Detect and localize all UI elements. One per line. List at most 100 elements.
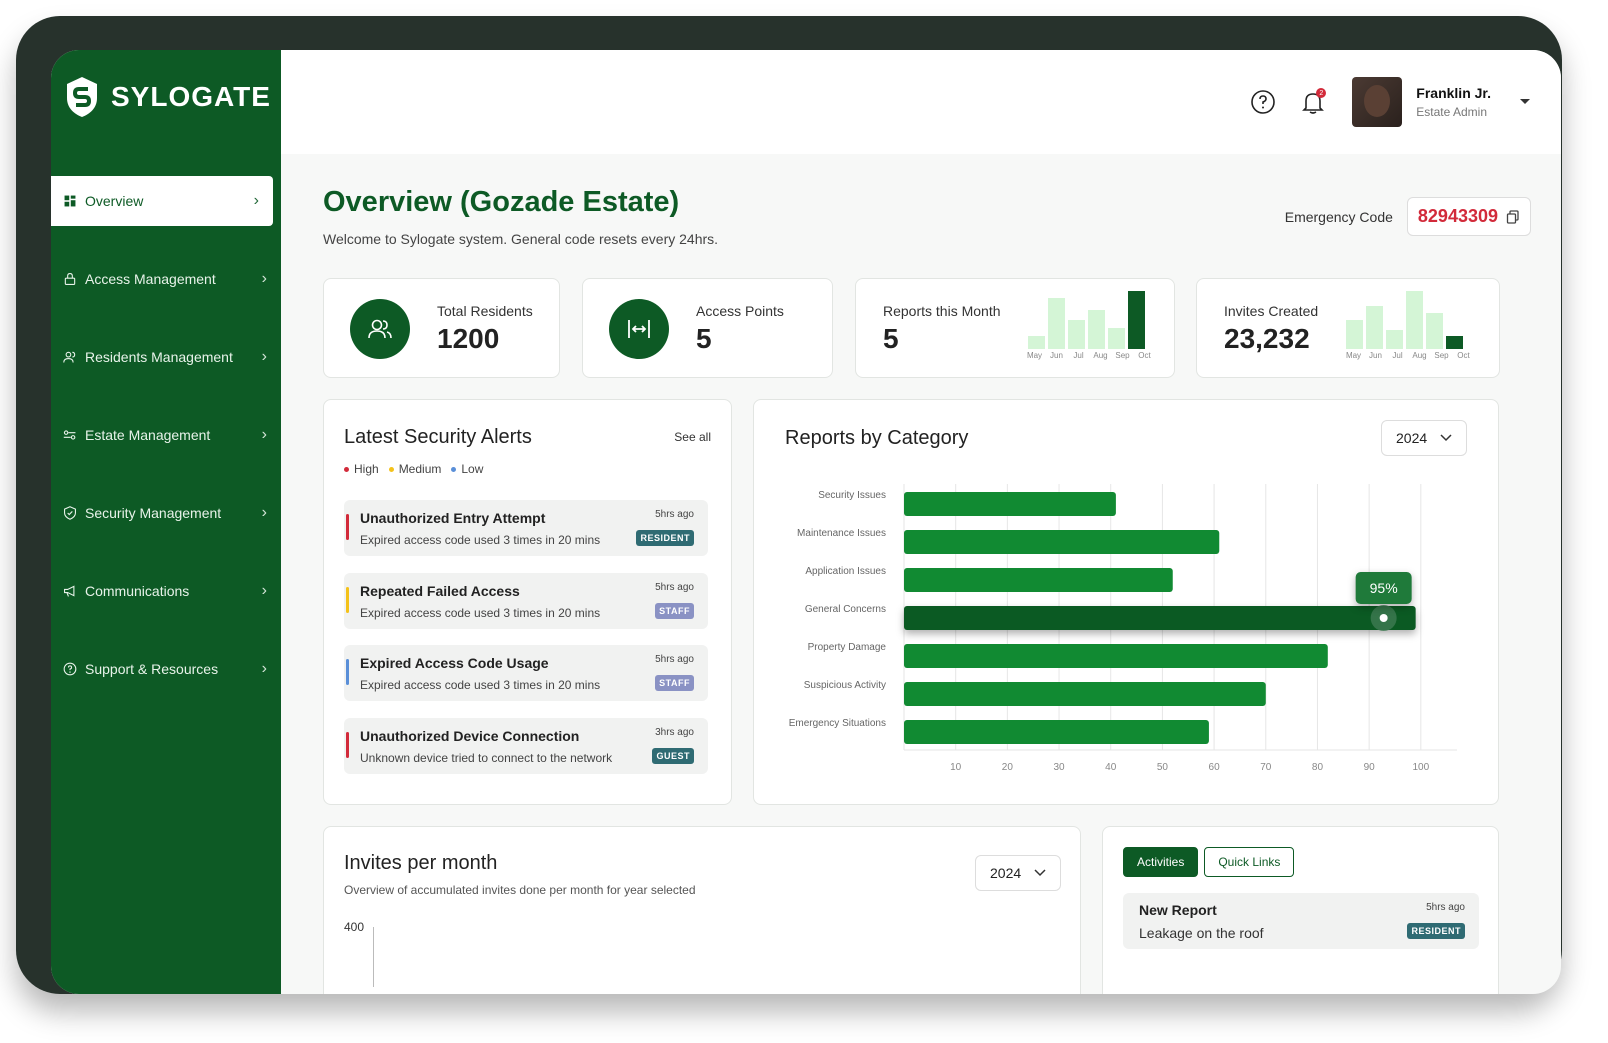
main-area: 2 Franklin Jr. Estate Admin Overview (Go… — [281, 50, 1561, 994]
sidebar-item-label: Overview — [85, 193, 144, 209]
sidebar-item-support-resources[interactable]: Support & Resources › — [51, 644, 281, 694]
legend-dot — [344, 467, 349, 473]
tab-quick-links[interactable]: Quick Links — [1204, 847, 1295, 877]
y-tick-label: Suspicious Activity — [804, 680, 886, 691]
reports-by-category-panel: Reports by Category 2024 10 20 30 40 50 60 70 8… — [753, 399, 1499, 805]
mini-axis-label: Aug — [1093, 351, 1108, 360]
megaphone-icon — [61, 582, 79, 600]
invites-chart-title: Invites per month — [344, 852, 498, 874]
y-tick-label: Security Issues — [818, 490, 886, 501]
brand-logo[interactable]: SYLOGATE — [65, 76, 271, 118]
y-tick-label: General Concerns — [805, 604, 886, 615]
invites-per-month-panel: Invites per month Overview of accumulate… — [323, 826, 1081, 994]
access-point-icon — [628, 320, 650, 338]
alert-title: Unauthorized Device Connection — [360, 727, 580, 744]
chevron-right-icon: › — [261, 582, 267, 599]
alert-time: 3hrs ago — [655, 726, 694, 738]
activity-item[interactable]: New Report Leakage on the roof 5hrs ago RES… — [1123, 893, 1479, 949]
help-circle-icon — [61, 660, 79, 678]
tab-activities[interactable]: Activities — [1123, 847, 1199, 877]
legend-item: Medium — [388, 462, 441, 476]
severity-indicator — [346, 586, 349, 613]
bar-general-concerns[interactable] — [904, 606, 1416, 630]
stat-label: Total Residents — [437, 303, 533, 319]
y-tick-label: Application Issues — [805, 566, 886, 577]
mini-axis-label: May — [1345, 351, 1362, 360]
x-tick-label: 40 — [1105, 762, 1117, 773]
x-tick-label: 20 — [1002, 762, 1014, 773]
alert-item[interactable]: Repeated Failed Access Expired access cod… — [344, 572, 708, 629]
severity-indicator — [346, 659, 349, 685]
activity-time: 5hrs ago — [1426, 902, 1465, 913]
mini-bar — [1068, 320, 1085, 349]
copy-icon[interactable] — [1506, 209, 1520, 224]
sidebar-item-label: Estate Management — [85, 427, 211, 443]
sidebar-item-estate-management[interactable]: Estate Management › — [51, 410, 281, 460]
stats-row: Total Residents 1200 Access Points 5 Rep… — [323, 278, 1531, 378]
alert-time: 5hrs ago — [655, 581, 694, 593]
caret-down-icon — [1520, 99, 1530, 104]
chevron-right-icon: › — [253, 192, 259, 209]
mini-bar — [1346, 320, 1363, 349]
stat-card-residents: Total Residents 1200 — [323, 278, 560, 378]
alert-item[interactable]: Unauthorized Device Connection Unknown de… — [344, 717, 708, 774]
help-button[interactable] — [1248, 87, 1278, 117]
stat-card-invites: Invites Created 23,232 May Jun Jul Aug Sep Oc… — [1196, 278, 1500, 378]
highlight-marker-dot — [1379, 614, 1388, 622]
invites-year-select[interactable]: 2024 — [975, 855, 1061, 891]
reports-mini-chart — [1028, 291, 1145, 349]
bar-suspicious-activity[interactable] — [904, 682, 1266, 706]
bar-maintenance-issues[interactable] — [904, 530, 1220, 554]
sidebar-item-residents-management[interactable]: Residents Management › — [51, 332, 281, 382]
alert-item[interactable]: Unauthorized Entry Attempt Expired access… — [344, 500, 708, 556]
alert-item[interactable]: Expired Access Code Usage Expired access … — [344, 645, 708, 701]
residents-icon-circle — [350, 299, 410, 359]
top-bar: 2 Franklin Jr. Estate Admin — [281, 50, 1561, 154]
mini-axis-label: Sep — [1434, 351, 1449, 360]
invites-chart-subtitle: Overview of accumulated invites done per… — [344, 883, 696, 897]
bar-property-damage[interactable] — [904, 644, 1328, 668]
estate-icon — [61, 426, 79, 444]
sidebar-item-label: Security Management — [85, 505, 222, 521]
activities-panel: Activities Quick Links New Report Leakage … — [1102, 826, 1499, 994]
mini-axis-label: Oct — [1457, 351, 1470, 360]
avatar — [1352, 77, 1403, 127]
invites-year-value: 2024 — [990, 865, 1022, 881]
mini-axis-label: Sep — [1115, 351, 1130, 360]
chevron-right-icon: › — [261, 504, 267, 521]
mini-bar — [1446, 336, 1463, 349]
security-alerts-title: Latest Security Alerts — [344, 426, 532, 448]
help-icon — [1251, 90, 1276, 114]
sidebar-item-label: Support & Resources — [85, 661, 219, 677]
activity-title: New Report — [1139, 902, 1217, 918]
sidebar-item-security-management[interactable]: Security Management › — [51, 488, 281, 538]
stat-label: Access Points — [696, 303, 784, 319]
brand-name: SYLOGATE — [111, 81, 271, 112]
bar-application-issues[interactable] — [904, 568, 1173, 592]
alert-title: Repeated Failed Access — [360, 582, 520, 599]
alert-description: Expired access code used 3 times in 20 m… — [360, 678, 601, 692]
alert-description: Expired access code used 3 times in 20 m… — [360, 605, 601, 620]
x-tick-label: 60 — [1209, 762, 1221, 773]
see-all-link[interactable]: See all — [674, 430, 711, 444]
overview-content: Overview (Gozade Estate) Welcome to Sylo… — [323, 154, 1531, 994]
sidebar-item-label: Residents Management — [85, 349, 233, 365]
sidebar-item-overview[interactable]: Overview › — [51, 176, 273, 226]
legend-dot — [451, 467, 457, 473]
stat-value: 23,232 — [1224, 323, 1310, 354]
emergency-code: Emergency Code 82943309 — [1285, 197, 1531, 236]
user-menu[interactable]: Franklin Jr. Estate Admin — [1352, 77, 1531, 127]
mini-bar — [1426, 313, 1443, 349]
severity-indicator — [346, 514, 349, 540]
stat-value: 1200 — [437, 323, 500, 354]
sidebar-item-access-management[interactable]: Access Management › — [51, 254, 281, 304]
x-tick-label: 50 — [1157, 762, 1169, 773]
chevron-down-icon — [1034, 869, 1046, 877]
emergency-code-value: 82943309 — [1417, 206, 1498, 226]
bar-emergency-situations[interactable] — [904, 720, 1209, 744]
tooltip-value: 95% — [1370, 580, 1398, 596]
notifications-button[interactable]: 2 — [1298, 87, 1328, 117]
bar-security-issues[interactable] — [904, 492, 1116, 516]
legend-dot — [388, 467, 394, 473]
sidebar-item-communications[interactable]: Communications › — [51, 566, 281, 616]
